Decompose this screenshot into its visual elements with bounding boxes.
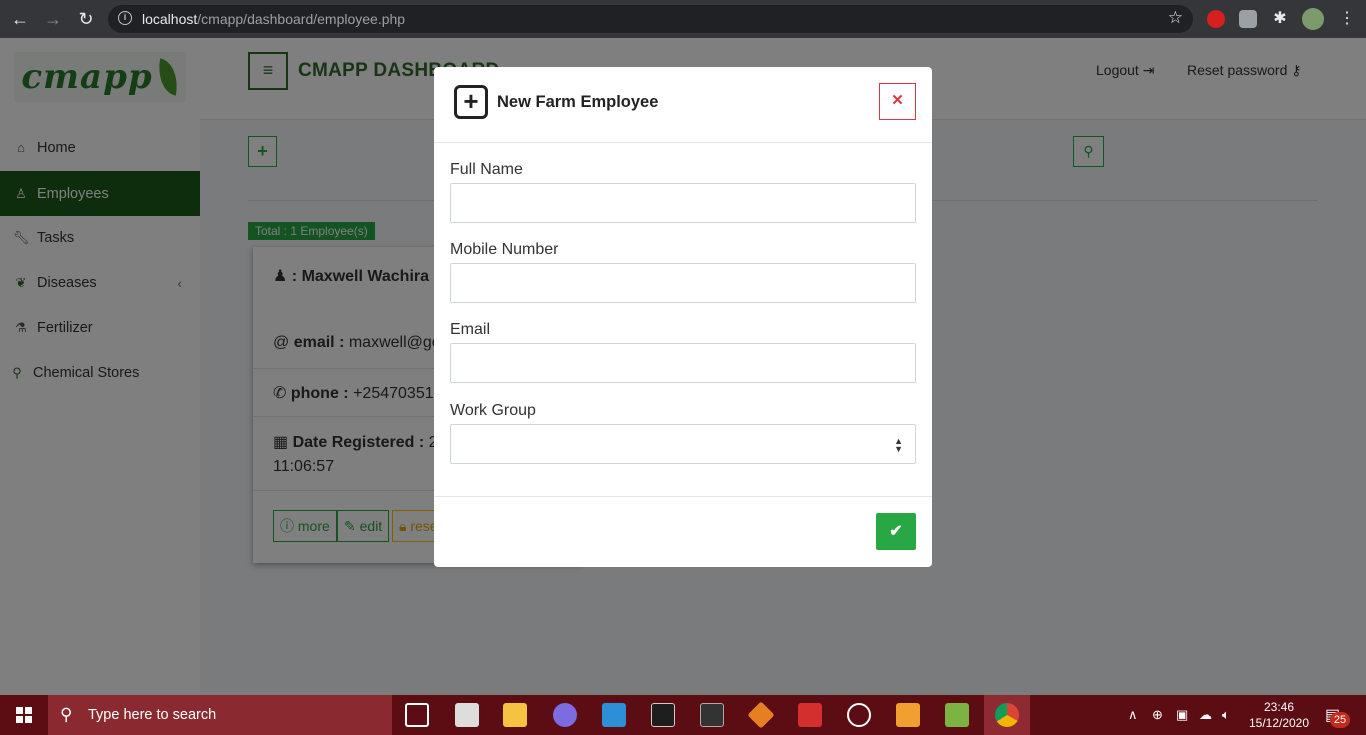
search-icon: ⚲ xyxy=(60,705,73,724)
browser-menu-icon[interactable]: ⋮ xyxy=(1338,10,1356,28)
full-name-input[interactable] xyxy=(450,183,916,223)
app-icon[interactable] xyxy=(945,703,969,727)
work-group-label: Work Group xyxy=(450,402,536,419)
forward-icon[interactable]: → xyxy=(43,9,63,29)
notification-count-badge: 25 xyxy=(1330,712,1350,728)
search-placeholder: Type here to search xyxy=(88,707,217,723)
check-icon: ✔ xyxy=(889,523,903,540)
globe-icon[interactable]: ⊕ xyxy=(1152,707,1163,723)
windows-taskbar: ⚲ Type here to search ∧ ⊕ ▣ ☁ 🔈︎ 23:46 1… xyxy=(0,695,1366,735)
start-button[interactable] xyxy=(0,695,48,735)
extensions-puzzle-icon[interactable]: ✱ xyxy=(1271,10,1289,28)
task-view-icon[interactable] xyxy=(405,703,429,727)
close-button[interactable]: ✕ xyxy=(879,83,916,120)
terminal-icon[interactable] xyxy=(651,703,675,727)
app-icon[interactable] xyxy=(553,703,577,727)
chevron-up-icon[interactable]: ∧ xyxy=(1128,707,1138,723)
bookmark-star-icon[interactable]: ☆ xyxy=(1168,8,1183,28)
git-icon[interactable] xyxy=(747,701,775,729)
profile-avatar[interactable] xyxy=(1302,8,1324,30)
app-icon[interactable] xyxy=(798,703,822,727)
reload-icon[interactable]: ↻ xyxy=(76,9,96,29)
mobile-number-input[interactable] xyxy=(450,263,916,303)
back-icon[interactable]: ← xyxy=(10,9,30,29)
work-group-select[interactable]: ▲ ▼ xyxy=(450,424,916,464)
date-text: 15/12/2020 xyxy=(1248,716,1310,730)
chrome-taskbar-button[interactable] xyxy=(984,695,1030,735)
submit-button[interactable]: ✔ xyxy=(876,513,916,550)
email-input[interactable] xyxy=(450,343,916,383)
cloud-icon[interactable]: ☁ xyxy=(1199,707,1212,723)
modal-title: New Farm Employee xyxy=(497,93,659,111)
sublime-text-icon[interactable] xyxy=(896,703,920,727)
chrome-icon xyxy=(995,703,1019,727)
browser-toolbar: ← → ↻ i localhost/cmapp/dashboard/employ… xyxy=(0,0,1366,38)
url-text: localhost/cmapp/dashboard/employee.php xyxy=(142,11,406,27)
address-bar[interactable]: i localhost/cmapp/dashboard/employee.php… xyxy=(108,5,1193,33)
select-arrows-icon: ▲ ▼ xyxy=(894,436,903,454)
email-label: Email xyxy=(450,321,491,338)
file-explorer-icon[interactable] xyxy=(503,703,527,727)
modal-footer-divider xyxy=(434,496,932,497)
mobile-number-label: Mobile Number xyxy=(450,241,559,258)
clock[interactable]: 23:46 15/12/2020 xyxy=(1248,699,1310,731)
network-icon[interactable]: ▣ xyxy=(1176,707,1188,723)
adblock-extension-icon[interactable] xyxy=(1207,10,1225,28)
windows-logo-icon xyxy=(16,707,32,723)
app-icon[interactable] xyxy=(700,703,724,727)
download-extension-icon[interactable] xyxy=(1239,10,1257,28)
modal-header: + New Farm Employee ✕ xyxy=(434,67,932,143)
new-employee-modal: + New Farm Employee ✕ Full Name Mobile N… xyxy=(434,67,932,567)
info-icon[interactable]: i xyxy=(118,11,132,25)
time-text: 23:46 xyxy=(1263,700,1295,714)
app-icon[interactable] xyxy=(455,703,479,727)
app-icon[interactable] xyxy=(847,703,871,727)
plus-square-icon: + xyxy=(454,85,488,119)
full-name-label: Full Name xyxy=(450,161,523,178)
volume-icon[interactable]: 🔈︎ xyxy=(1222,707,1230,723)
taskbar-search-box[interactable]: ⚲ Type here to search xyxy=(48,695,392,735)
vscode-icon[interactable] xyxy=(602,703,626,727)
